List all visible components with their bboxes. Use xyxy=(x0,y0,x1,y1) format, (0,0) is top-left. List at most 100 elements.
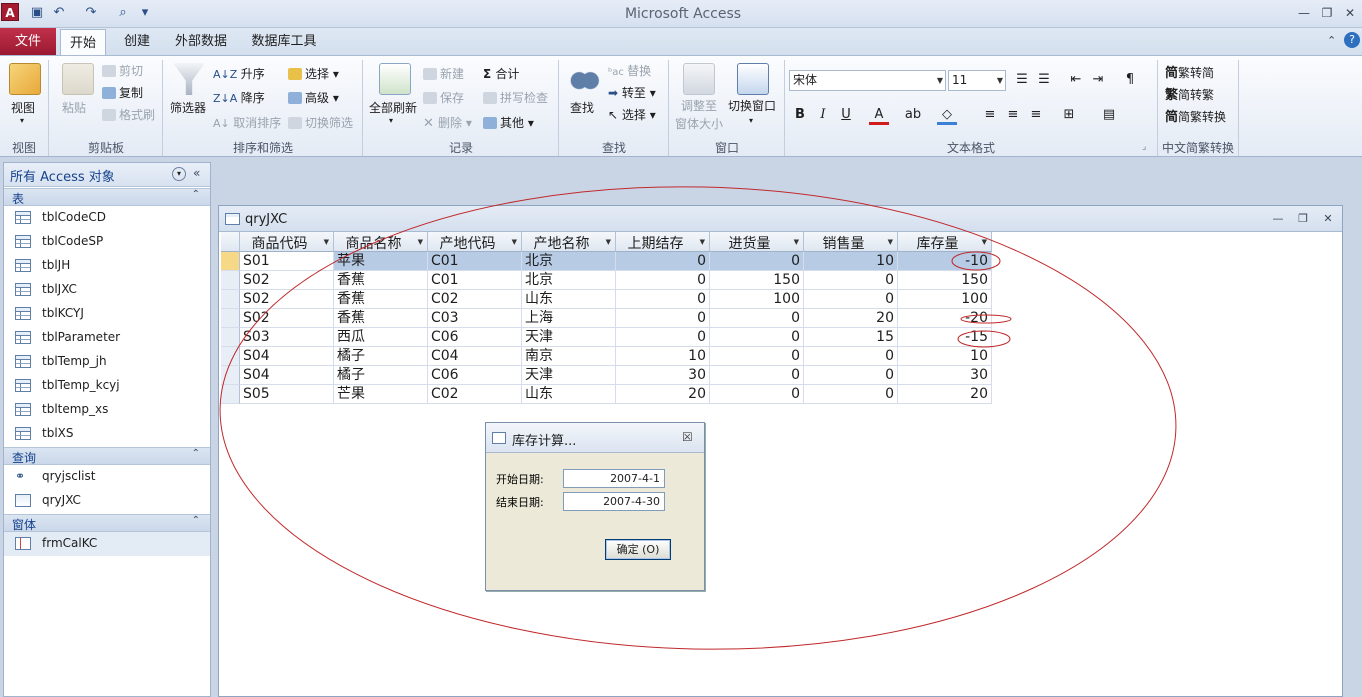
sort-ascending-button[interactable]: A↓Z 升序 xyxy=(213,65,265,82)
table-cell[interactable]: S03 xyxy=(240,328,334,347)
row-selector[interactable] xyxy=(221,271,240,290)
underline-button[interactable]: U xyxy=(836,105,856,125)
table-cell[interactable]: 150 xyxy=(898,271,992,290)
table-cell[interactable]: 天津 xyxy=(522,328,616,347)
sort-descending-button[interactable]: Z↓A 降序 xyxy=(213,89,265,106)
column-header[interactable]: 上期结存 ▼ xyxy=(616,232,710,252)
alternate-row-color-icon[interactable]: ▤ xyxy=(1099,105,1119,125)
find-button[interactable]: 查找 xyxy=(570,99,594,116)
table-cell[interactable]: C01 xyxy=(428,271,522,290)
ribbon-minimize-icon[interactable]: ⌃ xyxy=(1327,34,1336,47)
doc-close-icon[interactable]: ✕ xyxy=(1319,211,1337,227)
table-cell[interactable]: 0 xyxy=(710,309,804,328)
table-cell[interactable]: 150 xyxy=(710,271,804,290)
tab-external-data[interactable]: 外部数据 xyxy=(170,28,232,55)
table-cell[interactable]: S04 xyxy=(240,366,334,385)
table-row[interactable]: S05 芒果 C02 山东 20 0 0 20 xyxy=(221,385,992,404)
table-cell[interactable]: 山东 xyxy=(522,290,616,309)
table-cell[interactable]: 0 xyxy=(710,347,804,366)
view-dropdown-icon[interactable]: ▾ xyxy=(20,116,24,125)
end-date-field[interactable]: 2007-4-30 xyxy=(563,492,665,511)
row-selector[interactable] xyxy=(221,290,240,309)
row-selector[interactable] xyxy=(221,366,240,385)
table-cell[interactable]: 芒果 xyxy=(334,385,428,404)
table-cell[interactable]: 橘子 xyxy=(334,347,428,366)
table-cell[interactable]: S01 xyxy=(240,252,334,271)
table-cell[interactable]: C02 xyxy=(428,385,522,404)
paste-button[interactable]: 粘贴 xyxy=(62,99,86,116)
filter-icon[interactable] xyxy=(173,63,205,95)
table-row[interactable]: S02 香蕉 C01 北京 0 150 0 150 xyxy=(221,271,992,290)
table-cell[interactable]: 天津 xyxy=(522,366,616,385)
row-selector[interactable] xyxy=(221,309,240,328)
doc-restore-icon[interactable]: ❐ xyxy=(1294,211,1312,227)
refresh-all-button[interactable]: 全部刷新 xyxy=(369,99,417,116)
nav-item[interactable]: tblKCYJ xyxy=(4,302,210,326)
table-cell[interactable]: C06 xyxy=(428,328,522,347)
switch-windows-icon[interactable] xyxy=(737,63,769,95)
font-size-combo[interactable]: 11 ▼ xyxy=(948,70,1006,91)
table-cell[interactable]: S02 xyxy=(240,271,334,290)
toggle-filter-button[interactable]: 切换筛选 xyxy=(288,114,353,131)
restore-icon[interactable]: ❐ xyxy=(1317,4,1337,22)
nav-section-queries[interactable]: 查询 ⌃ xyxy=(4,447,210,465)
undo-icon[interactable]: ↶ xyxy=(50,4,68,22)
nav-menu-icon[interactable]: ▾ xyxy=(172,167,186,181)
table-cell[interactable]: 北京 xyxy=(522,252,616,271)
table-cell[interactable]: 0 xyxy=(710,366,804,385)
nav-item[interactable]: tblCodeCD xyxy=(4,206,210,230)
row-selector[interactable] xyxy=(221,252,240,271)
refresh-icon[interactable] xyxy=(379,63,411,95)
new-record-button[interactable]: 新建 xyxy=(423,65,464,82)
table-cell[interactable]: 20 xyxy=(898,385,992,404)
refresh-dropdown-icon[interactable]: ▾ xyxy=(389,116,393,125)
fit-to-form-button[interactable]: 调整至 xyxy=(681,97,717,114)
align-left-icon[interactable]: ≡ xyxy=(980,105,1000,125)
table-row[interactable]: S02 香蕉 C03 上海 0 0 20 -20 xyxy=(221,309,992,328)
simplified-to-traditional-button[interactable]: 繁简转繁 xyxy=(1165,84,1214,103)
nav-item[interactable]: tblXS xyxy=(4,422,210,446)
table-cell[interactable]: C02 xyxy=(428,290,522,309)
table-cell[interactable]: 100 xyxy=(898,290,992,309)
table-row[interactable]: S04 橘子 C04 南京 10 0 0 10 xyxy=(221,347,992,366)
table-cell[interactable]: 0 xyxy=(616,271,710,290)
table-cell[interactable]: 0 xyxy=(616,309,710,328)
traditional-to-simplified-button[interactable]: 简繁转简 xyxy=(1165,62,1214,81)
font-color-icon[interactable]: A xyxy=(869,105,889,125)
select-button[interactable]: ↖ 选择 ▾ xyxy=(608,106,656,123)
table-cell[interactable]: -10 xyxy=(898,252,992,271)
table-cell[interactable]: 0 xyxy=(616,252,710,271)
highlight-icon[interactable]: ab xyxy=(903,105,923,125)
italic-button[interactable]: I xyxy=(813,105,833,125)
nav-item[interactable]: tblCodeSP xyxy=(4,230,210,254)
save-record-button[interactable]: 保存 xyxy=(423,89,464,106)
switch-windows-button[interactable]: 切换窗口 xyxy=(728,97,776,114)
copy-button[interactable]: 复制 xyxy=(102,84,143,101)
customize-qat-icon[interactable]: ▾ xyxy=(136,4,154,22)
close-icon[interactable]: ✕ xyxy=(1340,4,1360,22)
more-button[interactable]: 其他 ▾ xyxy=(483,114,534,131)
selection-filter-button[interactable]: 选择 ▾ xyxy=(288,65,339,82)
table-row[interactable]: S04 橘子 C06 天津 30 0 0 30 xyxy=(221,366,992,385)
table-cell[interactable]: 20 xyxy=(616,385,710,404)
nav-item[interactable]: tblParameter xyxy=(4,326,210,350)
table-cell[interactable]: 0 xyxy=(804,290,898,309)
advanced-filter-button[interactable]: 高级 ▾ xyxy=(288,89,339,106)
table-cell[interactable]: 10 xyxy=(616,347,710,366)
nav-section-forms[interactable]: 窗体 ⌃ xyxy=(4,514,210,532)
table-cell[interactable]: -20 xyxy=(898,309,992,328)
dialog-close-icon[interactable]: ☒ xyxy=(682,430,693,444)
table-row[interactable]: S02 香蕉 C02 山东 0 100 0 100 xyxy=(221,290,992,309)
fill-color-icon[interactable]: ◇ xyxy=(937,105,957,125)
table-cell[interactable]: 0 xyxy=(804,271,898,290)
select-all-corner[interactable] xyxy=(221,232,240,252)
switch-windows-dropdown-icon[interactable]: ▾ xyxy=(749,116,753,125)
row-selector[interactable] xyxy=(221,328,240,347)
row-selector[interactable] xyxy=(221,385,240,404)
column-header[interactable]: 商品代码 ▼ xyxy=(240,232,334,252)
save-icon[interactable]: ▣ xyxy=(28,4,46,22)
table-cell[interactable]: 30 xyxy=(616,366,710,385)
clear-sort-button[interactable]: A↓ 取消排序 xyxy=(213,114,281,131)
tab-home[interactable]: 开始 xyxy=(60,29,106,56)
totals-button[interactable]: Σ 合计 xyxy=(483,65,519,82)
